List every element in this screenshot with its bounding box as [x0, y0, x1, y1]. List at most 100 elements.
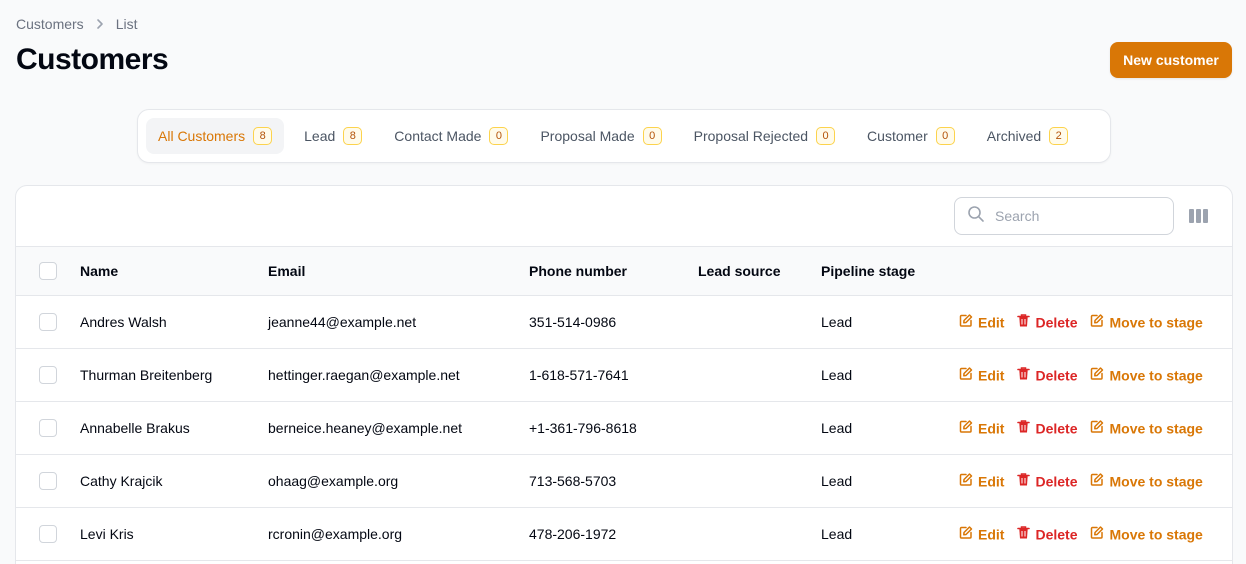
- edit-icon: [959, 473, 978, 490]
- table-row[interactable]: Cathy Krajcik ohaag@example.org 713-568-57…: [16, 455, 1232, 508]
- column-header-phone[interactable]: Phone number: [529, 263, 627, 279]
- move-label: Move to stage: [1109, 473, 1203, 489]
- table-row[interactable]: Andres Walsh jeanne44@example.net 351-514-…: [16, 296, 1232, 349]
- cell-email: jeanne44@example.net: [268, 314, 417, 330]
- delete-label: Delete: [1035, 420, 1078, 436]
- edit-icon: [1090, 526, 1109, 543]
- table-body: Andres Walsh jeanne44@example.net 351-514-…: [16, 296, 1232, 561]
- column-header-pipeline-stage[interactable]: Pipeline stage: [821, 263, 915, 279]
- row-actions: Edit Delete Move to stage: [959, 367, 1216, 384]
- move-label: Move to stage: [1109, 420, 1203, 436]
- customers-table-card: Name Email Phone number Lead source Pipe…: [15, 185, 1233, 564]
- tab-proposal-made[interactable]: Proposal Made 0: [528, 118, 673, 154]
- select-all-checkbox[interactable]: [39, 262, 57, 280]
- move-label: Move to stage: [1109, 314, 1203, 330]
- cell-pipeline-stage: Lead: [821, 314, 853, 330]
- tab-customer[interactable]: Customer 0: [855, 118, 967, 154]
- edit-icon: [959, 314, 978, 331]
- cell-phone: 1-618-571-7641: [529, 367, 629, 383]
- tab-count-badge: 0: [642, 127, 662, 145]
- column-toggle-icon[interactable]: [1188, 207, 1208, 225]
- trash-icon: [1017, 526, 1035, 543]
- table-row[interactable]: Annabelle Brakus berneice.heaney@example.…: [16, 402, 1232, 455]
- delete-button[interactable]: Delete: [1017, 473, 1077, 490]
- edit-label: Edit: [978, 420, 1005, 436]
- tab-lead[interactable]: Lead 8: [292, 118, 374, 154]
- edit-button[interactable]: Edit: [959, 367, 1004, 384]
- tab-contact-made[interactable]: Contact Made 0: [382, 118, 520, 154]
- cell-pipeline-stage: Lead: [821, 473, 853, 489]
- table-row[interactable]: Thurman Breitenberg hettinger.raegan@exam…: [16, 349, 1232, 402]
- delete-label: Delete: [1035, 473, 1078, 489]
- move-to-stage-button[interactable]: Move to stage: [1090, 420, 1203, 437]
- cell-name: Andres Walsh: [80, 314, 167, 330]
- cell-email: hettinger.raegan@example.net: [268, 367, 460, 383]
- move-to-stage-button[interactable]: Move to stage: [1090, 367, 1203, 384]
- edit-icon: [1090, 420, 1109, 437]
- delete-button[interactable]: Delete: [1017, 367, 1077, 384]
- search-icon: [967, 205, 985, 228]
- trash-icon: [1017, 420, 1035, 437]
- tab-label: Contact Made: [394, 128, 482, 144]
- cell-pipeline-stage: Lead: [821, 526, 853, 542]
- tab-all-customers[interactable]: All Customers 8: [146, 118, 285, 154]
- row-checkbox[interactable]: [39, 313, 57, 331]
- delete-label: Delete: [1035, 367, 1078, 383]
- edit-icon: [1090, 367, 1109, 384]
- move-to-stage-button[interactable]: Move to stage: [1090, 473, 1203, 490]
- edit-label: Edit: [978, 367, 1005, 383]
- edit-label: Edit: [978, 526, 1005, 542]
- row-actions: Edit Delete Move to stage: [959, 526, 1216, 543]
- trash-icon: [1017, 473, 1035, 490]
- edit-button[interactable]: Edit: [959, 314, 1004, 331]
- row-actions: Edit Delete Move to stage: [959, 473, 1216, 490]
- new-customer-button[interactable]: New customer: [1110, 42, 1232, 78]
- breadcrumb: Customers List: [16, 15, 137, 33]
- delete-label: Delete: [1035, 526, 1078, 542]
- table-row[interactable]: Levi Kris rcronin@example.org 478-206-1972…: [16, 508, 1232, 561]
- breadcrumb-list: List: [115, 16, 138, 32]
- table-header: Name Email Phone number Lead source Pipe…: [16, 247, 1232, 296]
- cell-phone: 351-514-0986: [529, 314, 617, 330]
- tab-count-badge: 8: [343, 127, 363, 145]
- row-checkbox[interactable]: [39, 472, 57, 490]
- delete-button[interactable]: Delete: [1017, 314, 1077, 331]
- tab-label: All Customers: [158, 128, 246, 144]
- search-box[interactable]: [954, 197, 1174, 235]
- column-header-email[interactable]: Email: [268, 263, 305, 279]
- breadcrumb-customers[interactable]: Customers: [16, 16, 84, 32]
- tab-label: Proposal Rejected: [693, 128, 809, 144]
- tab-label: Lead: [304, 128, 336, 144]
- tab-proposal-rejected[interactable]: Proposal Rejected 0: [682, 118, 847, 154]
- column-header-name[interactable]: Name: [80, 263, 118, 279]
- tab-count-badge: 0: [489, 127, 509, 145]
- move-label: Move to stage: [1109, 526, 1203, 542]
- tab-label: Archived: [986, 128, 1042, 144]
- delete-button[interactable]: Delete: [1017, 526, 1077, 543]
- edit-button[interactable]: Edit: [959, 420, 1004, 437]
- delete-button[interactable]: Delete: [1017, 420, 1077, 437]
- edit-label: Edit: [978, 473, 1005, 489]
- edit-icon: [1090, 314, 1109, 331]
- cell-email: berneice.heaney@example.net: [268, 420, 463, 436]
- tab-label: Proposal Made: [540, 128, 635, 144]
- row-actions: Edit Delete Move to stage: [959, 420, 1216, 437]
- move-to-stage-button[interactable]: Move to stage: [1090, 526, 1203, 543]
- edit-button[interactable]: Edit: [959, 526, 1004, 543]
- chevron-right-icon: [84, 18, 116, 30]
- table-toolbar: [16, 186, 1232, 247]
- cell-phone: +1-361-796-8618: [529, 420, 637, 436]
- column-header-lead-source[interactable]: Lead source: [698, 263, 780, 279]
- row-checkbox[interactable]: [39, 419, 57, 437]
- cell-pipeline-stage: Lead: [821, 420, 853, 436]
- edit-button[interactable]: Edit: [959, 473, 1004, 490]
- search-input[interactable]: [995, 208, 1155, 224]
- cell-phone: 478-206-1972: [529, 526, 617, 542]
- delete-label: Delete: [1035, 314, 1078, 330]
- move-to-stage-button[interactable]: Move to stage: [1090, 314, 1203, 331]
- cell-name: Thurman Breitenberg: [80, 367, 213, 383]
- cell-name: Annabelle Brakus: [80, 420, 190, 436]
- tab-archived[interactable]: Archived 2: [975, 118, 1080, 154]
- row-checkbox[interactable]: [39, 366, 57, 384]
- row-checkbox[interactable]: [39, 525, 57, 543]
